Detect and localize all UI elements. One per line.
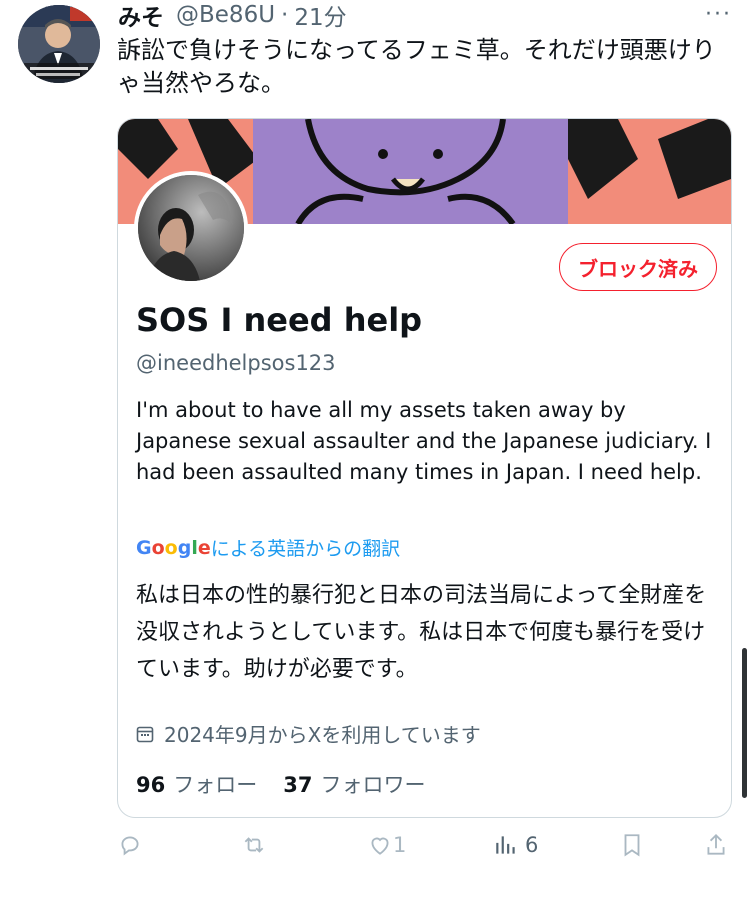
author-name[interactable]: みそ <box>118 0 164 32</box>
share-button[interactable] <box>703 832 729 858</box>
like-icon <box>371 837 389 855</box>
translation-link[interactable]: Google による英語からの翻訳 <box>136 534 400 561</box>
author-handle[interactable]: @Be86U <box>176 2 275 28</box>
tweet-time[interactable]: 21分 <box>294 0 346 32</box>
more-icon[interactable]: ··· <box>705 2 732 27</box>
joined-date: 2024年9月からXを利用しています <box>136 719 481 748</box>
following-count: 96 <box>136 773 166 797</box>
followers-count: 37 <box>283 773 313 797</box>
bookmark-button[interactable] <box>619 832 645 858</box>
tweet-header: みそ @Be86U · 21分 <box>118 0 347 32</box>
followers-label: フォロワー <box>320 773 426 797</box>
scrollbar[interactable] <box>742 648 747 798</box>
like-button[interactable]: 1 <box>367 832 406 858</box>
google-logo: Google <box>136 536 211 559</box>
tweet-text: 訴訟で負けそうになってるフェミ草。それだけ頭悪けりゃ当然やろな。 <box>117 36 716 97</box>
tweet-actions: 1 6 <box>117 832 732 872</box>
calendar-icon <box>136 726 154 742</box>
retweet-icon <box>244 837 264 853</box>
following-label: フォロー <box>173 773 258 797</box>
profile-name[interactable]: SOS I need help <box>136 301 422 339</box>
blocked-button[interactable]: ブロック済み <box>559 243 717 291</box>
like-count: 1 <box>393 833 407 857</box>
share-icon <box>707 833 725 855</box>
profile-card[interactable]: ブロック済み SOS I need help @ineedhelpsos123 … <box>117 118 732 818</box>
profile-bio-english: I'm about to have all my assets taken aw… <box>136 398 712 484</box>
follow-stats: 96 フォロー 37 フォロワー <box>136 769 451 799</box>
profile-avatar[interactable] <box>134 171 248 285</box>
joined-text: 2024年9月からXを利用しています <box>164 723 481 747</box>
views-count: 6 <box>525 833 539 857</box>
profile-bio-japanese: 私は日本の性的暴行犯と日本の司法当局によって全財産を没収されようとしています。私… <box>136 583 707 682</box>
views-icon <box>496 836 515 854</box>
reply-icon <box>121 836 139 856</box>
retweet-button[interactable] <box>241 832 267 858</box>
following-stat[interactable]: 96 フォロー <box>136 769 257 799</box>
profile-handle[interactable]: @ineedhelpsos123 <box>136 351 336 375</box>
translation-label: による英語からの翻訳 <box>210 538 401 560</box>
author-avatar[interactable] <box>18 5 100 83</box>
followers-stat[interactable]: 37 フォロワー <box>283 769 425 799</box>
separator-dot: · <box>281 2 289 28</box>
bookmark-icon <box>624 834 640 857</box>
reply-button[interactable] <box>117 832 143 858</box>
views-button[interactable]: 6 <box>493 832 538 858</box>
